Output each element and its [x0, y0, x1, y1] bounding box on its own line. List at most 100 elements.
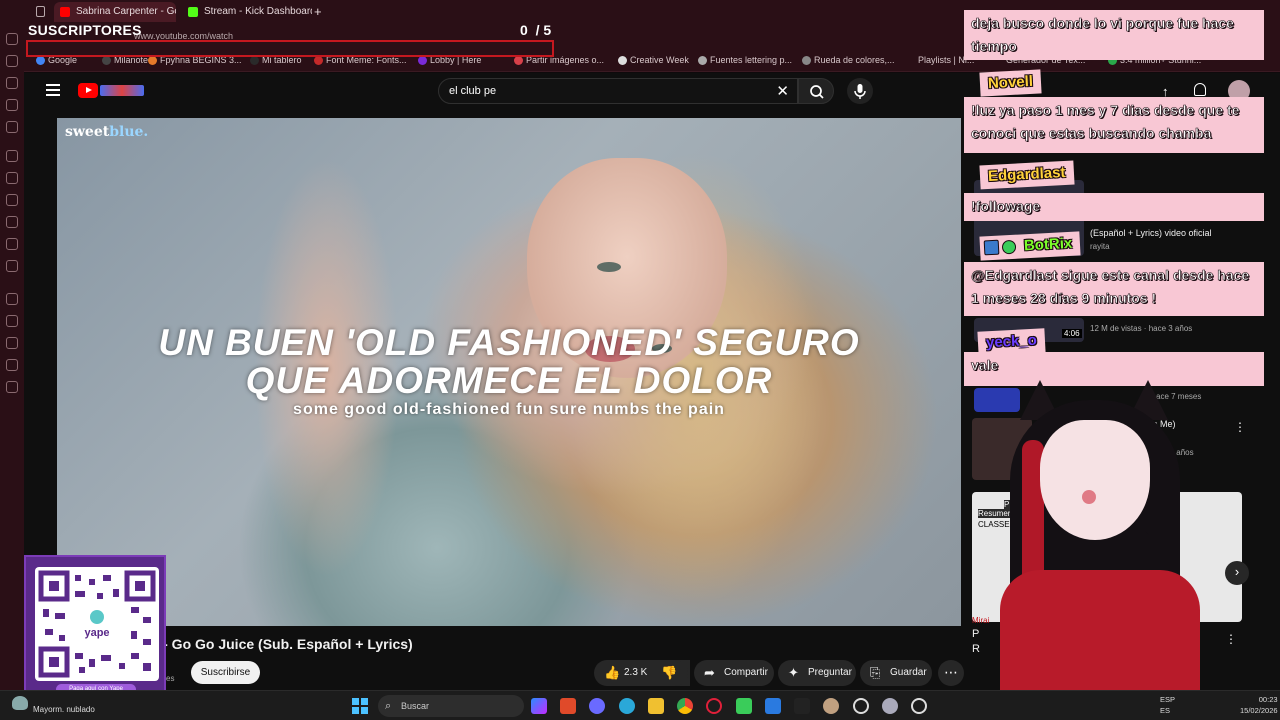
history-icon[interactable]: [6, 33, 18, 45]
yape-qr-widget: yape Paga aquí con Yape: [24, 555, 166, 699]
copilot-icon[interactable]: [6, 150, 18, 162]
chat-message: !luz ya paso 1 mes y 7 dias desde que te…: [964, 97, 1264, 153]
clear-search-icon[interactable]: ✕: [776, 82, 789, 100]
thumbs-down-icon: 👎: [661, 665, 678, 680]
video-player[interactable]: sweetblue. UN BUEN 'OLD FASHIONED' SEGUR…: [57, 118, 961, 626]
sparkle-icon: ✦: [788, 665, 799, 680]
save-button[interactable]: ⎘ Guardar: [860, 660, 932, 686]
share-button[interactable]: ➦ Compartir: [694, 660, 774, 686]
download-icon[interactable]: [6, 337, 18, 349]
downloads-icon[interactable]: [6, 77, 18, 89]
tab-kick[interactable]: Stream - Kick Dashboard: [182, 2, 312, 22]
settings-icon[interactable]: [6, 381, 18, 393]
opera-icon[interactable]: [6, 293, 18, 305]
search-icon: ⌕: [385, 700, 392, 712]
microphone-icon: [854, 84, 866, 99]
voice-search-button[interactable]: [847, 78, 873, 104]
app-icon[interactable]: [882, 698, 898, 714]
chrome-icon[interactable]: [677, 698, 693, 714]
weather-icon[interactable]: [12, 696, 28, 710]
windows-start-icon[interactable]: [352, 698, 368, 714]
edge-icon[interactable]: [619, 698, 635, 714]
menu-icon[interactable]: [46, 84, 60, 96]
app-icon[interactable]: [765, 698, 781, 714]
thumbnail-caption: Mirai: [972, 616, 990, 625]
chat-message: deja busco donde lo vi porque fue hace t…: [964, 10, 1264, 60]
collections-icon[interactable]: [6, 55, 18, 67]
video-duration: 4:06: [1062, 329, 1082, 338]
telegram-icon[interactable]: [6, 238, 18, 250]
dislike-button[interactable]: 👎: [652, 660, 688, 686]
notes-icon[interactable]: [6, 121, 18, 133]
search-query: el club pe: [449, 85, 497, 97]
search-input[interactable]: el club pe ✕: [438, 78, 798, 104]
search-button[interactable]: [798, 78, 834, 104]
messenger-icon[interactable]: [6, 194, 18, 206]
taskbar-search[interactable]: ⌕ Buscar: [378, 695, 524, 717]
qr-code-icon: yape: [35, 567, 159, 681]
bot-badge-icon: [983, 239, 1000, 256]
video-watermark: sweetblue.: [65, 124, 149, 140]
more-actions-button[interactable]: ⋯: [938, 660, 964, 686]
kick-icon[interactable]: [736, 698, 752, 714]
x-icon[interactable]: [6, 260, 18, 272]
whatsapp-icon[interactable]: [6, 216, 18, 228]
more-options-icon[interactable]: ⋮: [1225, 632, 1237, 646]
app-icon[interactable]: [794, 698, 810, 714]
subscribe-button[interactable]: Suscribirse: [191, 661, 260, 684]
instagram-icon[interactable]: [6, 172, 18, 184]
recommended-title[interactable]: P: [972, 628, 979, 640]
chat-username: Edgardlast: [979, 160, 1075, 190]
extensions-icon[interactable]: [6, 359, 18, 371]
verified-badge-icon: [1001, 239, 1017, 255]
subscribers-goal-title: SUSCRIPTORES: [28, 22, 142, 38]
weather-text[interactable]: Mayorm. nublado: [33, 705, 95, 714]
yape-brand-text: yape: [84, 627, 109, 639]
history-clock-icon[interactable]: [6, 315, 18, 327]
windows-taskbar: Mayorm. nublado ⌕ Buscar ESP ES 00:23 15/0…: [0, 690, 1280, 720]
video-title: er - Go Go Juice (Sub. Español + Lyrics): [146, 636, 413, 652]
bookmark-icon: ⎘: [870, 665, 881, 680]
bookmark-item[interactable]: Fuentes lettering p...: [698, 55, 792, 65]
more-options-icon[interactable]: ⋮: [1234, 420, 1246, 434]
opera-icon[interactable]: [706, 698, 722, 714]
recommended-meta: 12 M de vistas · hace 3 años: [1090, 324, 1193, 333]
browser-sidebar: [0, 0, 24, 690]
copilot-icon[interactable]: [531, 698, 547, 714]
bookmark-item[interactable]: Rueda de colores,...: [802, 55, 895, 65]
app-icon[interactable]: [560, 698, 576, 714]
search-icon: [810, 85, 824, 99]
obs-icon[interactable]: [911, 698, 927, 714]
app-icon[interactable]: [823, 698, 839, 714]
share-icon: ➦: [704, 665, 715, 680]
page-icon[interactable]: [36, 6, 45, 17]
chat-message: !followage: [964, 193, 1264, 221]
notifications-icon[interactable]: [1194, 83, 1206, 96]
video-subtitle-english: some good old-fashioned fun sure numbs t…: [293, 401, 725, 418]
file-explorer-icon[interactable]: [648, 698, 664, 714]
channel-subs-fragment: es: [166, 674, 175, 683]
recommended-title[interactable]: R: [972, 643, 980, 655]
youtube-logo[interactable]: [78, 83, 98, 98]
carousel-next-button[interactable]: ›: [1225, 561, 1249, 585]
youtube-icon: [60, 7, 70, 17]
chat-username: Novell: [979, 69, 1042, 97]
tab-label: Sabrina Carpenter - Go: [76, 6, 176, 17]
chat-message: @Edgardlast sigue este canal desde hace …: [964, 262, 1264, 316]
app-icon[interactable]: [853, 698, 869, 714]
language-indicator[interactable]: ESP ES: [1160, 694, 1175, 716]
video-frame-eye: [597, 262, 621, 272]
new-tab-button[interactable]: +: [314, 4, 322, 19]
video-subtitle-spanish: UN BUEN 'OLD FASHIONED' SEGURO QUE ADORM…: [158, 322, 860, 401]
tab-youtube[interactable]: Sabrina Carpenter - Go: [54, 2, 176, 22]
bookmark-item[interactable]: Creative Week: [618, 55, 689, 65]
recommended-channel: rayita: [1090, 242, 1110, 251]
apps-icon[interactable]: [6, 99, 18, 111]
clock[interactable]: 00:23 15/02/2026: [1240, 694, 1278, 716]
app-icon[interactable]: [589, 698, 605, 714]
vtuber-avatar: [1000, 380, 1210, 720]
subscribers-progress-bar: [26, 40, 554, 57]
ask-button[interactable]: ✦ Preguntar: [778, 660, 856, 686]
thumbs-up-icon: 👍: [604, 665, 621, 680]
recommended-title[interactable]: (Español + Lyrics) video oficial: [1090, 228, 1211, 238]
